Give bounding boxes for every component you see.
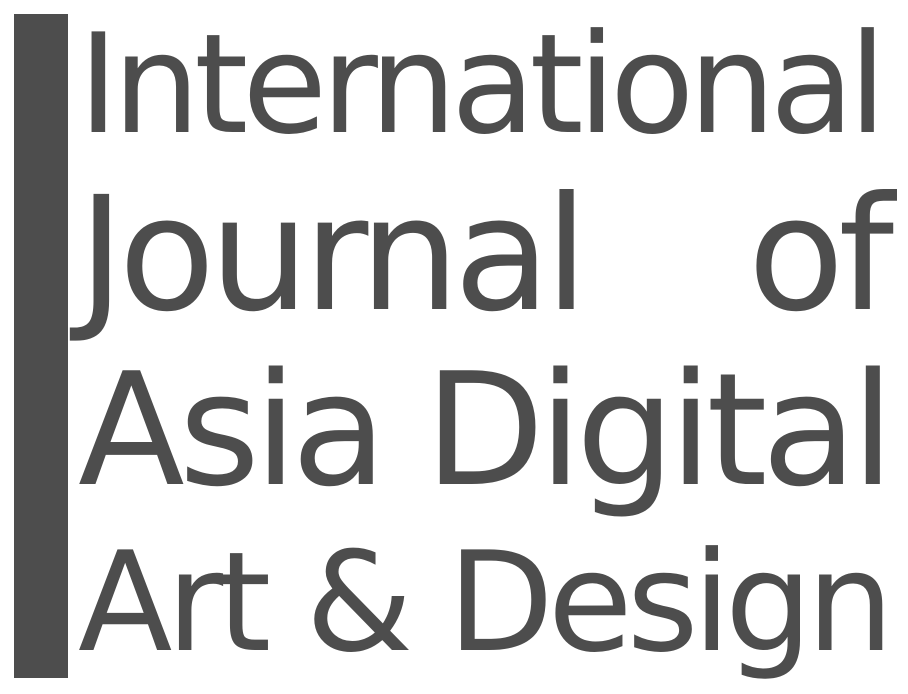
title-line-3: Asia Digital [78, 339, 894, 521]
title-line-4: Art & Design [78, 522, 894, 683]
journal-title: International Journal of Asia Digital Ar… [78, 0, 898, 694]
title-line-1: International [78, 4, 887, 165]
title-line-2: Journal of [78, 163, 894, 347]
journal-logo: International Journal of Asia Digital Ar… [0, 0, 908, 694]
accent-bar [14, 14, 68, 678]
